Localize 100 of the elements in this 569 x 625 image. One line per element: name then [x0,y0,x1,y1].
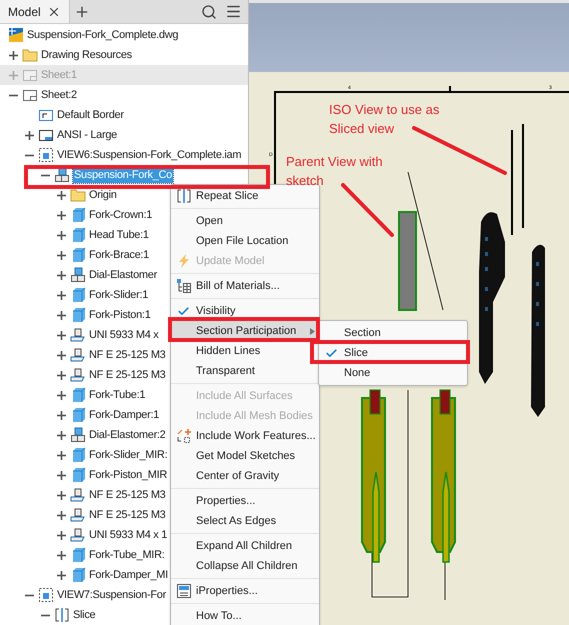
tree-item[interactable]: Fork-Piston_MIR [89,466,168,484]
tree-item[interactable]: Fork-Crown:1 [89,206,152,224]
tree-item[interactable]: Slice [73,606,96,624]
menu-item[interactable]: Section [319,323,467,343]
slice-icon [176,188,192,204]
tree-item[interactable]: Default Border [57,106,124,124]
expand-icon[interactable] [56,390,67,400]
tree-item[interactable]: Fork-Slider_MIR: [89,446,168,464]
tree-item[interactable]: Fork-Damper_MI [89,566,168,584]
expand-icon[interactable] [56,230,67,240]
cube-icon [70,447,86,463]
view-icon [38,587,54,603]
cube-icon [70,567,86,583]
cube-icon [70,547,86,563]
expand-icon[interactable] [56,190,67,200]
tree-item[interactable]: Dial-Elastomer:2 [89,426,166,444]
tree-item[interactable]: Fork-Damper:1 [89,406,160,424]
bolt-icon [70,347,86,363]
tree-item[interactable]: NF E 25-125 M3 [89,346,166,364]
expand-icon[interactable] [56,310,67,320]
tree-item[interactable]: Fork-Tube_MIR: [89,546,164,564]
expand-icon[interactable] [56,410,67,420]
tree-item[interactable]: Fork-Piston:1 [89,306,151,324]
tree-item[interactable]: Dial-Elastomer [89,266,157,284]
menu-item[interactable]: Get Model Sketches [171,446,319,466]
expand-icon[interactable] [56,250,67,260]
expand-icon[interactable] [56,430,67,440]
expand-icon[interactable] [56,210,67,220]
work-features-icon [176,428,192,444]
tree-item[interactable]: UNI 5933 M4 x 1 [89,526,168,544]
expand-icon[interactable] [56,330,67,340]
tree-item[interactable]: ANSI - Large [57,126,117,144]
border-icon [38,107,54,123]
folder-icon [22,47,38,63]
menu-item[interactable]: Transparent [171,361,319,381]
annotation-line [341,183,394,237]
cube-icon [70,467,86,483]
model-tab[interactable]: Model [0,0,70,23]
menu-item[interactable]: Expand All Children [171,536,319,556]
expand-icon[interactable] [56,530,67,540]
tree-item[interactable]: UNI 5933 M4 x [89,326,158,344]
tree-item[interactable]: VIEW7:Suspension-For [57,586,166,604]
search-icon[interactable] [201,4,217,20]
menu-item[interactable]: Select As Edges [171,511,319,531]
add-tab-icon[interactable] [74,4,90,20]
expand-icon[interactable] [8,50,19,60]
expand-icon[interactable] [56,550,67,560]
menu-item[interactable]: Include Work Features... [171,426,319,446]
expand-icon[interactable] [56,370,67,380]
menu-icon[interactable] [225,3,242,20]
menu-item[interactable]: Collapse All Children [171,556,319,576]
cube-icon [70,307,86,323]
folder-icon [70,187,86,203]
expand-icon[interactable] [56,270,67,280]
expand-icon[interactable] [56,490,67,500]
drawing-file-icon [8,27,24,43]
tree-item[interactable]: Fork-Tube:1 [89,386,146,404]
submenu-arrow-icon [310,328,315,334]
annotation-text: ISO View to use as Sliced view [329,101,440,138]
expand-icon[interactable] [56,570,67,580]
menu-item[interactable]: How To... [171,606,319,625]
tree-item[interactable]: Origin [89,186,117,204]
menu-item[interactable]: Bill of Materials... [171,276,319,296]
tree-item[interactable]: VIEW6:Suspension-Fork_Complete.iam [57,146,242,164]
tree-item[interactable]: Sheet:2 [41,86,77,104]
tree-item[interactable]: Fork-Slider:1 [89,286,148,304]
expand-icon[interactable] [56,470,67,480]
menu-item[interactable]: None [319,363,467,383]
expand-icon[interactable] [56,510,67,520]
tree-item[interactable]: NF E 25-125 M3 [89,486,166,504]
tree-item[interactable]: Head Tube:1 [89,226,149,244]
title-block-icon [38,127,54,143]
tree-item[interactable]: Fork-Brace:1 [89,246,149,264]
cube-icon [70,227,86,243]
expand-icon[interactable] [56,450,67,460]
tree-item[interactable]: NF E 25-125 M3 [89,366,166,384]
menu-item[interactable]: Center of Gravity [171,466,319,486]
cube-icon [70,207,86,223]
assembly-icon [70,267,86,283]
menu-item[interactable]: iProperties... [171,581,319,601]
bolt-icon [70,327,86,343]
expand-icon[interactable] [24,130,35,140]
tree-item[interactable]: NF E 25-125 M3 [89,506,166,524]
menu-item[interactable]: Visibility [171,301,319,321]
properties-icon [176,583,192,599]
cube-icon [70,387,86,403]
cube-icon [70,247,86,263]
bolt-icon [70,367,86,383]
expand-icon[interactable] [56,350,67,360]
view-icon [38,147,54,163]
menu-item[interactable]: Repeat Slice [171,186,319,206]
menu-item[interactable]: Properties... [171,491,319,511]
menu-item[interactable]: Open [171,211,319,231]
expand-icon[interactable] [56,290,67,300]
assembly-icon [54,167,70,183]
bolt-icon [70,487,86,503]
menu-item[interactable]: Open File Location [171,231,319,251]
table-icon [176,278,192,294]
tree-item[interactable]: Drawing Resources [41,46,132,64]
tree-item[interactable]: Suspension-Fork_Complete.dwg [27,26,178,44]
